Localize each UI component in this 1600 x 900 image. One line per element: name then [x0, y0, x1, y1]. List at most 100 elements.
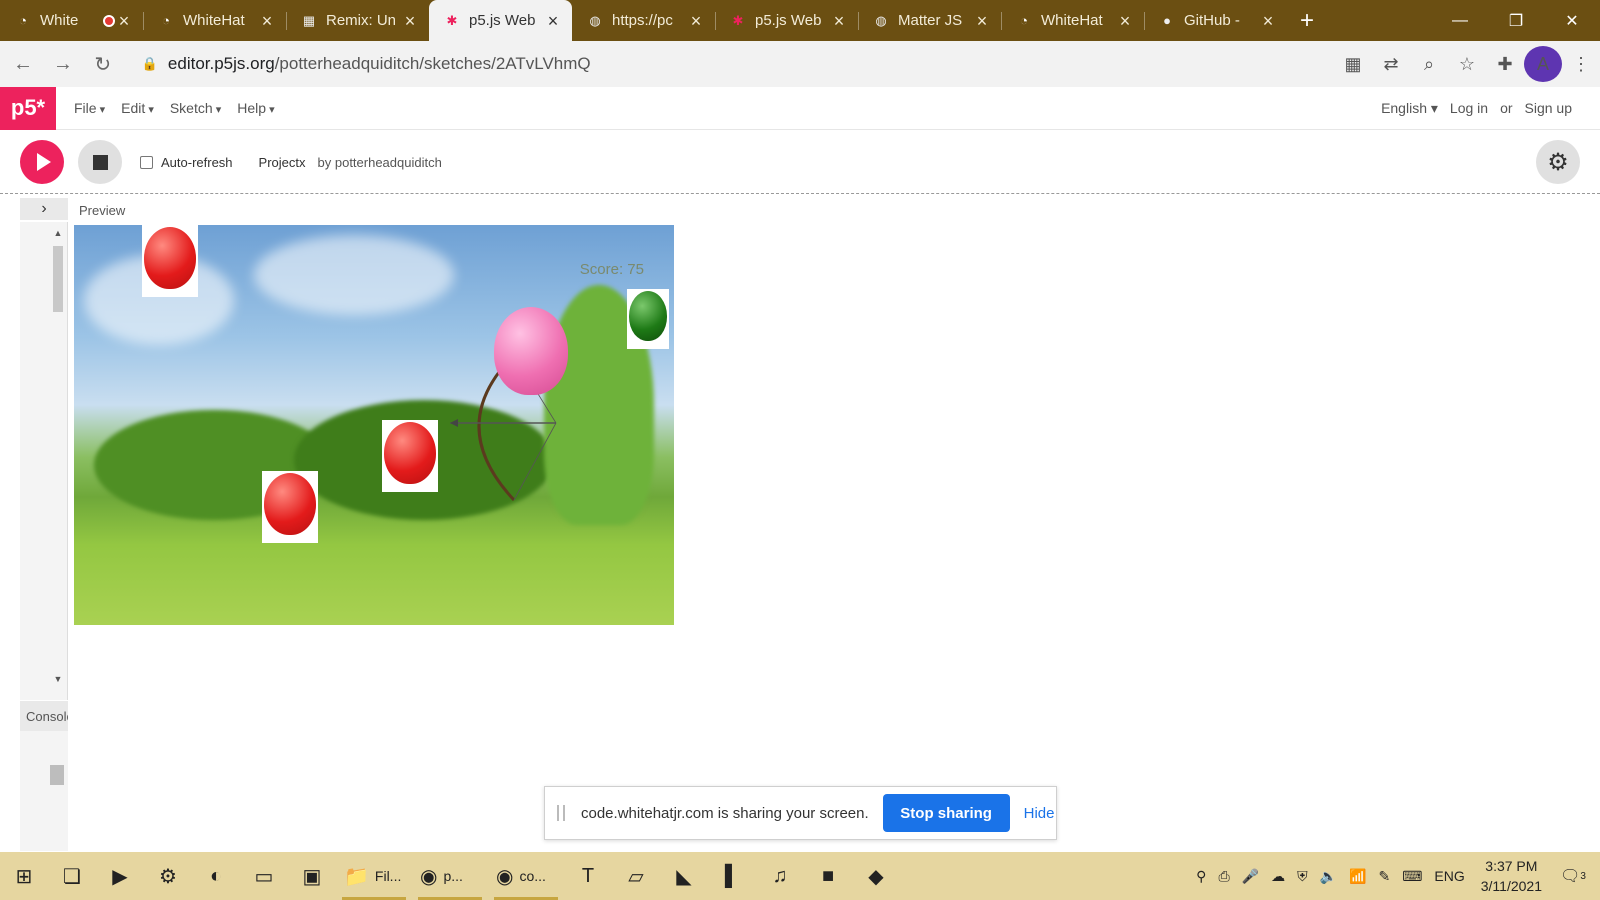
autorefresh-toggle[interactable]: Auto-refresh [140, 155, 233, 170]
language-select[interactable]: English ▾ [1369, 100, 1438, 117]
close-tab-icon[interactable]: × [544, 12, 562, 30]
close-tab-icon[interactable]: × [830, 12, 848, 30]
menu-file[interactable]: File [74, 100, 105, 116]
red-balloon[interactable] [382, 420, 438, 492]
project-name[interactable]: Projectx [259, 155, 306, 170]
scroll-down-icon[interactable]: ▼ [52, 674, 64, 684]
stop-sharing-button[interactable]: Stop sharing [882, 794, 1010, 832]
red-balloon[interactable] [262, 471, 318, 543]
forward-icon[interactable]: → [46, 46, 80, 82]
browser-tab[interactable]: ● GitHub - × [1144, 0, 1287, 41]
start-icon[interactable]: ⊞ [0, 852, 48, 900]
whitehat-icon: ◔ [19, 13, 27, 28]
menu-help[interactable]: Help [237, 100, 274, 116]
close-tab-icon[interactable]: × [1116, 12, 1134, 30]
browser-tab[interactable]: ◍ Matter JS × [858, 0, 1001, 41]
app-icon[interactable]: ▌ [708, 852, 756, 900]
taskbar-chrome-code[interactable]: ◉ co... [488, 852, 564, 900]
device-icon[interactable]: ▭ [240, 852, 288, 900]
bookmark-star-icon[interactable]: ☆ [1448, 46, 1486, 82]
browser-tab[interactable]: ✱ p5.js Web × [429, 0, 572, 41]
scroll-up-icon[interactable]: ▲ [52, 228, 64, 238]
screen-share-bar: code.whitehatjr.com is sharing your scre… [544, 786, 1057, 840]
browser-tab[interactable]: ✱ p5.js Web × [715, 0, 858, 41]
input-language[interactable]: ENG [1434, 868, 1464, 884]
back-icon[interactable]: ← [6, 46, 40, 82]
microphone-icon[interactable]: 🎤 [1242, 868, 1259, 885]
keyboard-icon[interactable]: ⌨ [1402, 868, 1422, 885]
meet-now-icon[interactable]: ⎙ [1218, 868, 1229, 885]
task-view-icon[interactable]: ❏ [48, 852, 96, 900]
taskbar-chrome-p5[interactable]: ◉ p... [412, 852, 488, 900]
qr-code-icon[interactable]: ▦ [1334, 46, 1372, 82]
close-window-icon[interactable]: ✕ [1544, 0, 1600, 41]
share-message: code.whitehatjr.com is sharing your scre… [581, 804, 869, 822]
menu-sketch[interactable]: Sketch [170, 100, 221, 116]
stop-button[interactable] [78, 140, 122, 184]
console-scrollbar-thumb[interactable] [50, 765, 64, 785]
edge-icon[interactable]: ◐ [192, 852, 240, 900]
play-button[interactable] [20, 140, 64, 184]
translate-icon[interactable]: ⇄ [1372, 46, 1410, 82]
close-tab-icon[interactable]: × [258, 12, 276, 30]
signup-link[interactable]: Sign up [1525, 100, 1572, 116]
whitehat-icon: ◔ [162, 13, 170, 28]
browser-tab[interactable]: ▦ Remix: Un × [286, 0, 429, 41]
clock[interactable]: 3:37 PM 3/11/2021 [1481, 856, 1542, 896]
profile-avatar[interactable]: A [1524, 46, 1562, 82]
close-tab-icon[interactable]: × [973, 12, 991, 30]
pink-balloon[interactable] [494, 307, 568, 395]
menu-edit[interactable]: Edit [121, 100, 154, 116]
media-player-icon[interactable]: ▶ [96, 852, 144, 900]
address-bar[interactable]: 🔒 editor.p5js.org/potterheadquiditch/ske… [127, 47, 1334, 81]
pen-icon[interactable]: ✎ [1378, 868, 1390, 885]
p5-logo[interactable]: p5* [0, 86, 56, 130]
notification-center-icon[interactable]: 🗨 3 [1560, 864, 1586, 888]
browser-tab[interactable]: ◍ https://pc × [572, 0, 715, 41]
autorefresh-checkbox[interactable] [140, 155, 153, 169]
minecraft-icon[interactable]: ■ [804, 852, 852, 900]
menu-kebab-icon[interactable]: ⋮ [1562, 46, 1600, 82]
red-balloon[interactable] [142, 225, 198, 297]
people-icon[interactable]: ⚲ [1196, 868, 1206, 885]
windows-taskbar: ⊞ ❏ ▶ ⚙ ◐ ▭ ▣ 📁 Fil... ◉ p... ◉ co... T ▱ ◣ ▌ ♫ ■ ◆ ⚲ ⎙ 🎤… [0, 852, 1600, 900]
teams-icon[interactable]: T [564, 852, 612, 900]
scrollbar-thumb[interactable] [53, 246, 63, 312]
restore-icon[interactable]: ❐ [1488, 0, 1544, 41]
amazon-music-icon[interactable]: ♫ [756, 852, 804, 900]
console-label[interactable]: Console [20, 701, 68, 731]
scanner-icon[interactable]: ▱ [612, 852, 660, 900]
minimize-icon[interactable]: — [1432, 0, 1488, 41]
network-icon[interactable]: 📶 [1349, 868, 1366, 885]
close-tab-icon[interactable]: × [115, 12, 133, 30]
browser-tab[interactable]: ◔ WhiteHat × [143, 0, 286, 41]
roblox-icon[interactable]: ◆ [852, 852, 900, 900]
sketch-canvas[interactable]: Score: 75 [74, 225, 674, 625]
window-controls: — ❐ ✕ [1432, 0, 1600, 41]
browser-tab[interactable]: ◔ White × [0, 0, 143, 41]
hide-button[interactable]: Hide [1024, 805, 1055, 822]
settings-gear-icon[interactable]: ⚙ [1536, 140, 1580, 184]
login-link[interactable]: Log in [1450, 100, 1488, 116]
browser-tab[interactable]: ◔ WhiteHat × [1001, 0, 1144, 41]
chrome-p5-icon: ◉ [420, 865, 438, 888]
security-icon[interactable]: ⛨ [1297, 868, 1308, 885]
new-tab-button[interactable]: + [1287, 0, 1327, 41]
onedrive-icon[interactable]: ☁ [1271, 868, 1285, 885]
taskbar-label: Fil... [374, 868, 402, 884]
extensions-icon[interactable]: ✚ [1486, 46, 1524, 82]
close-tab-icon[interactable]: × [401, 12, 419, 30]
taskbar-file-explorer[interactable]: 📁 Fil... [336, 852, 412, 900]
vscode-icon[interactable]: ◣ [660, 852, 708, 900]
close-tab-icon[interactable]: × [1259, 12, 1277, 30]
editor-scrollbar[interactable]: ▲ ▼ [52, 224, 64, 698]
green-balloon[interactable] [627, 289, 669, 349]
reload-icon[interactable]: ↻ [86, 46, 120, 82]
zoom-icon[interactable]: ⌕ [1410, 46, 1448, 82]
store-icon[interactable]: ▣ [288, 852, 336, 900]
close-tab-icon[interactable]: × [687, 12, 705, 30]
drag-handle-icon[interactable] [557, 805, 565, 821]
volume-icon[interactable]: 🔈 [1320, 868, 1337, 885]
settings-icon[interactable]: ⚙ [144, 852, 192, 900]
expand-sidebar-icon[interactable]: › [20, 198, 68, 220]
